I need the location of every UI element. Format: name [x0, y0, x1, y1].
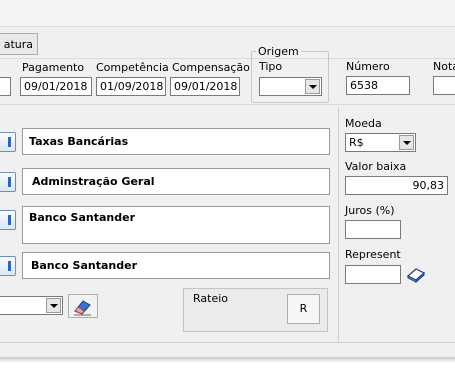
account2-field[interactable]: Adminstração Geral: [22, 168, 330, 195]
pagamento-label: Pagamento: [22, 61, 85, 74]
moeda-label: Moeda: [345, 117, 382, 130]
chevron-down-icon[interactable]: [305, 79, 320, 94]
account4-lookup-button[interactable]: [0, 256, 16, 276]
valor-baixa-field[interactable]: 90,83: [345, 176, 448, 195]
competencia-label: Competência: [96, 61, 169, 74]
account4-field[interactable]: Banco Santander: [22, 252, 330, 279]
moeda-dropdown[interactable]: R$: [345, 133, 416, 152]
account3-field[interactable]: Banco Santander: [22, 206, 330, 244]
juros-field[interactable]: [345, 220, 401, 239]
represent-field[interactable]: [345, 265, 401, 284]
represent-lookup-button[interactable]: [405, 263, 427, 285]
represent-label: Represent: [345, 248, 401, 261]
compensacao-field[interactable]: 09/01/2018: [170, 77, 240, 96]
footer-divider: [0, 342, 455, 343]
moeda-dropdown-value: R$: [349, 136, 364, 149]
form-window: atura Pagamento 09/01/2018 Competência 0…: [0, 0, 455, 357]
bottom-dropdown[interactable]: [0, 296, 63, 315]
account3-lookup-button[interactable]: [0, 210, 16, 230]
compensacao-label: Compensação: [172, 61, 250, 74]
title-strip: [0, 0, 455, 27]
nota-label: Nota: [433, 60, 455, 73]
eraser-icon: [74, 300, 91, 316]
rateio-button[interactable]: R: [287, 294, 320, 324]
juros-label: Juros (%): [345, 204, 395, 217]
header-divider: [0, 58, 455, 59]
nota-field[interactable]: [433, 76, 455, 95]
chevron-down-icon[interactable]: [46, 298, 61, 313]
rateio-label: Rateio: [193, 292, 229, 305]
valor-baixa-label: Valor baixa: [345, 160, 407, 173]
book-icon: [406, 268, 426, 284]
account1-field[interactable]: Taxas Bancárias: [22, 128, 330, 155]
fatura-tab-button[interactable]: atura: [0, 33, 38, 55]
numero-field[interactable]: 6538: [346, 76, 410, 95]
partial-date-field[interactable]: [0, 77, 11, 96]
window-shadow: [0, 357, 455, 363]
clear-button[interactable]: [68, 294, 98, 318]
right-panel-divider: [338, 107, 339, 342]
numero-label: Número: [346, 60, 390, 73]
pagamento-field[interactable]: 09/01/2018: [20, 77, 92, 96]
account1-lookup-button[interactable]: [0, 132, 16, 152]
origem-group-label: Origem: [256, 45, 301, 58]
tipo-dropdown[interactable]: [259, 77, 322, 96]
competencia-field[interactable]: 01/09/2018: [96, 77, 166, 96]
account2-lookup-button[interactable]: [0, 172, 16, 192]
tipo-label: Tipo: [259, 60, 283, 73]
section-divider: [0, 104, 455, 105]
chevron-down-icon[interactable]: [399, 135, 414, 150]
